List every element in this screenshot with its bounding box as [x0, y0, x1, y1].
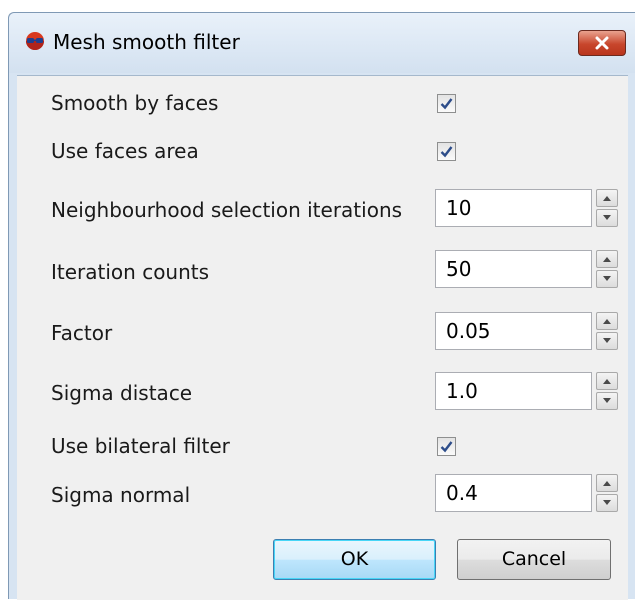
close-icon [595, 36, 609, 50]
arrow-down-icon [603, 215, 611, 220]
arrow-up-icon [603, 481, 611, 486]
iteration-counts-label: Iteration counts [51, 260, 210, 284]
factor-spinner [596, 312, 618, 350]
arrow-up-icon [603, 319, 611, 324]
use-bilateral-filter-checkbox[interactable] [437, 437, 456, 456]
use-faces-area-label: Use faces area [51, 139, 199, 163]
spin-up-button[interactable] [596, 250, 618, 268]
sigma-normal-label: Sigma normal [51, 483, 191, 507]
cancel-button[interactable]: Cancel [457, 539, 611, 580]
arrow-down-icon [603, 398, 611, 403]
sigma-distance-label: Sigma distace [51, 381, 193, 405]
spin-up-button[interactable] [596, 189, 618, 207]
window-title: Mesh smooth filter [53, 30, 240, 54]
factor-label: Factor [51, 321, 113, 345]
checkmark-icon [440, 146, 453, 158]
sigma-normal-input[interactable]: 0.4 [435, 474, 592, 512]
smooth-by-faces-checkbox[interactable] [437, 94, 456, 113]
spin-down-button[interactable] [596, 332, 618, 350]
smooth-by-faces-label: Smooth by faces [51, 91, 219, 115]
iteration-counts-spinner [596, 250, 618, 288]
arrow-down-icon [603, 276, 611, 281]
close-button[interactable] [578, 30, 626, 56]
spin-up-button[interactable] [596, 312, 618, 330]
checkmark-icon [440, 441, 453, 453]
use-bilateral-filter-label: Use bilateral filter [51, 434, 230, 458]
neighbourhood-iterations-spinner [596, 189, 618, 227]
arrow-up-icon [603, 196, 611, 201]
neighbourhood-iterations-label: Neighbourhood selection iterations [51, 198, 403, 222]
sigma-distance-input[interactable]: 1.0 [435, 372, 592, 410]
spin-down-button[interactable] [596, 392, 618, 410]
ok-button[interactable]: OK [273, 539, 436, 580]
sigma-distance-spinner [596, 372, 618, 410]
app-icon [26, 32, 44, 50]
spin-up-button[interactable] [596, 474, 618, 492]
dialog-body: Smooth by faces Use faces area Neighbour… [17, 75, 628, 600]
iteration-counts-input[interactable]: 50 [435, 250, 592, 288]
neighbourhood-iterations-input[interactable]: 10 [435, 189, 592, 227]
spin-down-button[interactable] [596, 270, 618, 288]
dialog-window: Mesh smooth filter Smooth by faces Use f… [8, 12, 635, 600]
use-faces-area-checkbox[interactable] [437, 142, 456, 161]
title-bar[interactable]: Mesh smooth filter [9, 13, 635, 73]
checkmark-icon [440, 98, 453, 110]
factor-input[interactable]: 0.05 [435, 312, 592, 350]
sigma-normal-spinner [596, 474, 618, 512]
spin-down-button[interactable] [596, 494, 618, 512]
arrow-down-icon [603, 338, 611, 343]
arrow-up-icon [603, 257, 611, 262]
spin-up-button[interactable] [596, 372, 618, 390]
arrow-up-icon [603, 379, 611, 384]
spin-down-button[interactable] [596, 209, 618, 227]
arrow-down-icon [603, 500, 611, 505]
